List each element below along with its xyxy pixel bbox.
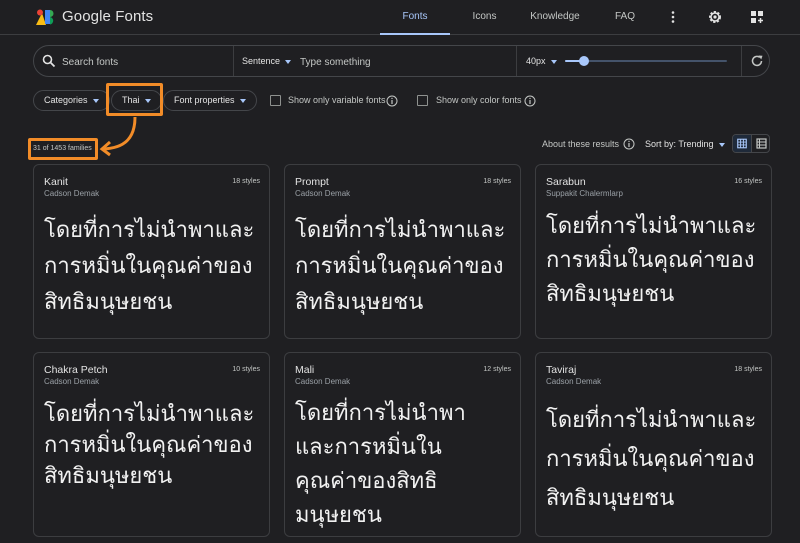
font-card-chakra-petch[interactable]: Chakra Petch Cadson Demak 10 styles โดยท… xyxy=(33,352,270,537)
font-card-sarabun[interactable]: Sarabun Suppakit Chalermlarp 16 styles โ… xyxy=(535,164,772,339)
results-count: 31 of 1453 families xyxy=(33,145,92,152)
more-vert-icon[interactable] xyxy=(665,9,681,25)
grid-view-icon[interactable] xyxy=(733,135,752,152)
sample-text: โดยที่การไม่นำพา และการหมิ่นใน คุณค่าของ… xyxy=(295,401,466,528)
slider-thumb[interactable] xyxy=(579,56,590,66)
chip-label: Categories xyxy=(44,95,88,105)
sample-text: โดยที่การไม่นำพาและ การหมิ่นในคุณค่าของ … xyxy=(44,218,255,315)
sort-dropdown[interactable]: Sort by: Trending xyxy=(645,139,725,149)
preview-mode-dropdown[interactable]: Sentence xyxy=(242,56,292,66)
font-size-label: 40px xyxy=(526,56,546,66)
style-count: 12 styles xyxy=(483,366,511,373)
chevron-down-icon xyxy=(718,142,725,147)
divider xyxy=(741,46,742,76)
font-name: Chakra Petch xyxy=(44,364,108,376)
font-properties-filter-chip[interactable]: Font properties xyxy=(163,90,257,111)
brand-name[interactable]: Google Fonts xyxy=(62,8,153,25)
search-icon xyxy=(42,54,56,68)
style-count: 18 styles xyxy=(483,178,511,185)
font-card-mali[interactable]: Mali Cadson Demak 12 styles โดยที่การไม่… xyxy=(284,352,521,537)
color-fonts-label[interactable]: Show only color fonts xyxy=(436,95,522,105)
font-card-taviraj[interactable]: Taviraj Cadson Demak 18 styles โดยที่การ… xyxy=(535,352,772,537)
google-fonts-logo-icon[interactable] xyxy=(36,9,56,25)
font-author: Cadson Demak xyxy=(546,377,602,386)
about-results-link[interactable]: About these results xyxy=(542,139,619,149)
tab-knowledge[interactable]: Knowledge xyxy=(525,0,585,35)
reset-refresh-icon[interactable] xyxy=(750,54,764,68)
sort-label: Sort by: Trending xyxy=(645,139,714,149)
sample-text: โดยที่การไม่นำพาและ การหมิ่นในคุณค่าของ … xyxy=(44,402,255,489)
font-name: Kanit xyxy=(44,176,68,188)
font-card-prompt[interactable]: Prompt Cadson Demak 18 styles โดยที่การไ… xyxy=(284,164,521,339)
view-toggle xyxy=(732,134,770,153)
font-author: Cadson Demak xyxy=(295,377,351,386)
font-author: Cadson Demak xyxy=(44,377,100,386)
tab-faq[interactable]: FAQ xyxy=(610,0,640,35)
search-fonts-input[interactable] xyxy=(62,52,227,72)
font-author: Cadson Demak xyxy=(44,189,100,198)
chevron-down-icon xyxy=(550,59,557,64)
font-size-slider[interactable] xyxy=(565,55,727,67)
style-count: 16 styles xyxy=(734,178,762,185)
sample-text: โดยที่การไม่นำพาและ การหมิ่นในคุณค่าของ … xyxy=(546,408,757,511)
font-author: Cadson Demak xyxy=(295,189,351,198)
color-fonts-checkbox[interactable] xyxy=(417,95,428,106)
style-count: 18 styles xyxy=(734,366,762,373)
sample-text: โดยที่การไม่นำพาและ การหมิ่นในคุณค่าของ … xyxy=(295,218,506,315)
preview-mode-label: Sentence xyxy=(242,56,281,66)
style-count: 18 styles xyxy=(232,178,260,185)
tab-fonts[interactable]: Fonts xyxy=(380,0,450,35)
info-icon[interactable] xyxy=(623,138,635,150)
variable-fonts-label[interactable]: Show only variable fonts xyxy=(288,95,386,105)
info-icon[interactable] xyxy=(524,95,536,107)
categories-filter-chip[interactable]: Categories xyxy=(33,90,110,111)
font-size-dropdown[interactable]: 40px xyxy=(526,56,557,66)
font-name: Sarabun xyxy=(546,176,586,188)
chevron-down-icon xyxy=(239,98,246,103)
font-author: Suppakit Chalermlarp xyxy=(546,189,623,198)
slider-track xyxy=(565,60,727,62)
settings-icon[interactable] xyxy=(707,9,723,25)
divider xyxy=(233,46,234,76)
chevron-down-icon xyxy=(92,98,99,103)
font-name: Mali xyxy=(295,364,315,376)
top-app-bar: Google Fonts Fonts Icons Knowledge FAQ xyxy=(0,0,800,35)
tab-icons[interactable]: Icons xyxy=(462,0,507,35)
chip-label: Thai xyxy=(122,95,140,105)
info-icon[interactable] xyxy=(386,95,398,107)
style-count: 10 styles xyxy=(232,366,260,373)
selected-families-icon[interactable] xyxy=(749,9,765,25)
chevron-down-icon xyxy=(144,98,151,103)
chevron-down-icon xyxy=(285,59,292,64)
language-filter-chip[interactable]: Thai xyxy=(111,90,162,111)
font-card-kanit[interactable]: Kanit Cadson Demak 18 styles โดยที่การไม… xyxy=(33,164,270,339)
divider xyxy=(516,46,517,76)
preview-text-input[interactable] xyxy=(300,52,510,72)
font-name: Prompt xyxy=(295,176,329,188)
list-view-icon[interactable] xyxy=(752,135,770,152)
sample-text: โดยที่การไม่นำพาและ การหมิ่นในคุณค่าของ … xyxy=(546,214,757,307)
search-toolbar: Sentence 40px xyxy=(33,45,770,77)
variable-fonts-checkbox[interactable] xyxy=(270,95,281,106)
chip-label: Font properties xyxy=(174,95,235,105)
font-name: Taviraj xyxy=(546,364,577,376)
